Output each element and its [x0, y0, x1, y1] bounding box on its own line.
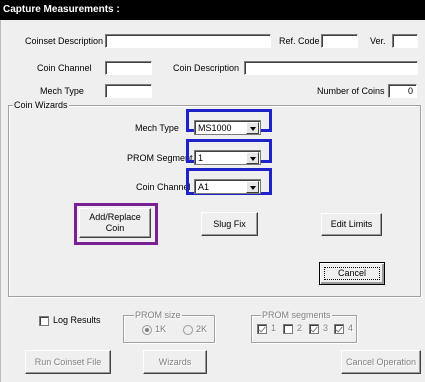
ref-code-label: Ref. Code: [279, 36, 320, 46]
prom-segment-3-checkbox[interactable]: [309, 324, 319, 334]
prom-segment-3-label: 3: [323, 323, 329, 333]
prom-size-2k-radio[interactable]: [183, 325, 193, 335]
ref-code-field[interactable]: [321, 34, 358, 48]
slug-fix-label: Slug Fix: [213, 219, 246, 229]
wizards-button[interactable]: Wizards: [143, 350, 207, 374]
ver-field[interactable]: [392, 34, 418, 48]
prom-size-group-label: PROM size: [134, 310, 182, 320]
edit-limits-button[interactable]: Edit Limits: [321, 213, 382, 236]
prom-segment-2-checkbox[interactable]: [283, 324, 293, 334]
number-of-coins-label: Number of Coins: [317, 86, 385, 96]
coin-description-field[interactable]: [244, 61, 418, 75]
prom-size-1k-radio[interactable]: [142, 325, 152, 335]
number-of-coins-field: 0: [388, 84, 417, 98]
prom-segment-dropdown-value: 1: [198, 153, 204, 163]
mech-type-field[interactable]: [105, 84, 152, 98]
prom-segment-4-label: 4: [348, 323, 354, 333]
prom-size-2k-label: 2K: [196, 324, 208, 334]
coin-channel-dropdown-value: A1: [198, 182, 210, 192]
run-coinset-file-button[interactable]: Run Coinset File: [25, 350, 111, 374]
wizards-label: Wizards: [158, 357, 192, 367]
chevron-down-icon[interactable]: [246, 122, 259, 134]
prom-segment-1-checkbox[interactable]: [257, 324, 267, 334]
prom-size-1k-label: 1K: [155, 324, 167, 334]
cancel-button[interactable]: Cancel: [319, 262, 385, 285]
ver-label: Ver.: [370, 36, 386, 46]
mech-type-label: Mech Type: [40, 86, 84, 96]
wizard-coin-channel-label: Coin Channel: [136, 182, 191, 192]
mech-type-dropdown-value: MS1000: [198, 123, 232, 133]
run-coinset-file-label: Run Coinset File: [34, 357, 102, 367]
focus-rect: [324, 267, 380, 280]
log-results-checkbox[interactable]: [39, 316, 49, 326]
prom-segment-2-label: 2: [297, 323, 303, 333]
prom-segment-4-checkbox[interactable]: [334, 324, 344, 334]
add-replace-coin-button[interactable]: Add/Replace Coin: [79, 208, 151, 238]
coinset-description-label: Coinset Description: [25, 36, 104, 46]
coin-channel-label: Coin Channel: [37, 63, 92, 73]
coin-channel-dropdown[interactable]: A1: [194, 179, 261, 194]
window-title: Capture Measurements :: [0, 0, 425, 20]
prom-segment-dropdown[interactable]: 1: [194, 150, 261, 165]
prom-segment-1-label: 1: [271, 323, 277, 333]
coin-wizards-group-label: Coin Wizards: [13, 100, 69, 110]
mech-type-dropdown[interactable]: MS1000: [194, 120, 261, 135]
coin-channel-field[interactable]: [105, 61, 152, 75]
slug-fix-button[interactable]: Slug Fix: [201, 212, 258, 236]
chevron-down-icon[interactable]: [246, 181, 259, 193]
wizard-mech-type-label: Mech Type: [135, 123, 179, 133]
add-replace-coin-label-line2: Coin: [105, 223, 125, 233]
edit-limits-label: Edit Limits: [330, 219, 373, 229]
capture-measurements-panel: Coinset Description Ref. Code Ver. Coin …: [0, 20, 425, 382]
prom-segment-label: PROM Segment: [127, 153, 193, 163]
coin-description-label: Coin Description: [173, 63, 240, 73]
prom-segments-group-label: PROM segments: [261, 310, 332, 320]
cancel-operation-button[interactable]: Cancel Operation: [341, 350, 421, 374]
chevron-down-icon[interactable]: [246, 152, 259, 164]
cancel-operation-label: Cancel Operation: [345, 357, 417, 367]
add-replace-coin-label-line1: Add/Replace: [89, 212, 141, 222]
coinset-description-field[interactable]: [105, 34, 271, 48]
log-results-label: Log Results: [53, 315, 101, 325]
